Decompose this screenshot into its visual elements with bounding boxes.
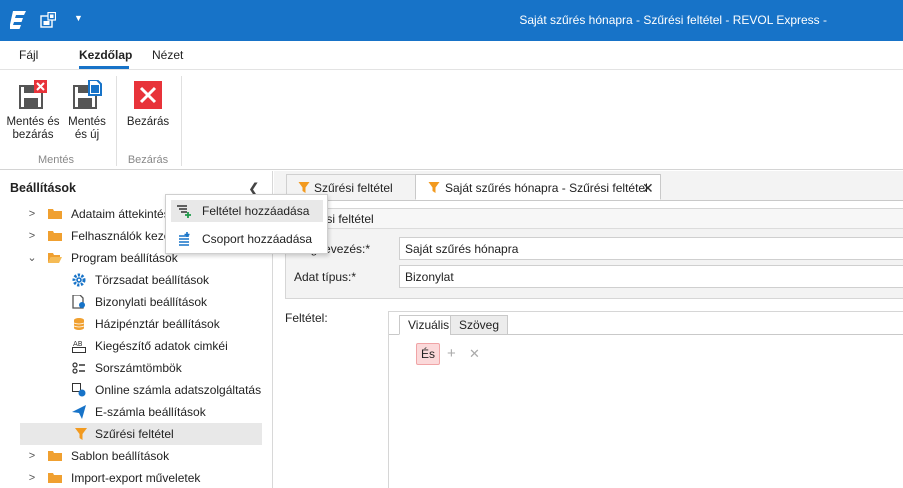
- save-close-icon: [19, 80, 47, 109]
- sidebar-item-templates[interactable]: > Sablon beállítások: [26, 445, 266, 467]
- save-new-label-1: Mentés: [68, 116, 106, 128]
- sidebar-item-filter-condition[interactable]: Szűrési feltétel: [20, 423, 262, 445]
- tab-label: Saját szűrés hónapra - Szűrési feltétel: [445, 181, 648, 195]
- svg-text:AB: AB: [73, 340, 83, 348]
- tab-content: Szűrési feltétel Megnevezés:* Adat típus…: [274, 200, 903, 488]
- sidebar-item-label: Import-export műveletek: [71, 471, 201, 485]
- name-input[interactable]: [399, 237, 903, 260]
- add-condition-item[interactable]: Feltétel hozzáadása: [171, 200, 323, 222]
- menu-item-label: Feltétel hozzáadása: [202, 204, 310, 218]
- close-icon: [134, 81, 162, 109]
- condition-label: Feltétel:: [285, 311, 328, 325]
- title-bar: ▼ Saját szűrés hónapra - Szűrési feltéte…: [0, 0, 903, 41]
- save-and-new-button[interactable]: Mentés és új: [64, 70, 110, 142]
- sidebar-item-document-settings[interactable]: Bizonylati beállítások: [72, 291, 262, 313]
- tab-view[interactable]: Nézet: [152, 48, 183, 62]
- chevron-right-icon[interactable]: >: [26, 225, 38, 247]
- sidebar-item-label: Program beállítások: [71, 251, 178, 265]
- sidebar-item-label: Sorszámtömbök: [95, 361, 182, 375]
- save-close-label-1: Mentés és: [6, 116, 60, 128]
- sidebar-item-label: Törzsadat beállítások: [95, 273, 210, 287]
- sidebar-item-label: Szűrési feltétel: [95, 427, 174, 441]
- number-series-icon: [72, 362, 85, 374]
- window-title: Saját szűrés hónapra - Szűrési feltétel …: [519, 13, 827, 27]
- add-icon[interactable]: +: [447, 345, 456, 362]
- menu-bar: Fájl Kezdőlap Nézet: [0, 41, 903, 70]
- sidebar-item-label: Kiegészítő adatok cimkéi: [95, 339, 228, 353]
- sidebar-item-number-series[interactable]: Sorszámtömbök: [72, 357, 262, 379]
- sidebar-item-import-export[interactable]: > Import-export műveletek: [26, 467, 266, 488]
- tab-home[interactable]: Kezdőlap: [79, 48, 132, 62]
- folder-open-icon: [48, 253, 62, 263]
- ribbon-separator: [181, 76, 182, 166]
- document-settings-icon: [72, 295, 85, 309]
- save-new-label-2: és új: [74, 129, 100, 141]
- sidebar-item-label: Adataim áttekintése: [71, 207, 177, 221]
- tab-text[interactable]: Szöveg: [450, 315, 509, 335]
- ribbon: Mentés és bezárás Mentés és új Bezárás M…: [0, 70, 903, 170]
- close-tab-icon[interactable]: ✕: [642, 175, 654, 201]
- ab-label-icon: AB: [72, 340, 86, 353]
- tab-file[interactable]: Fájl: [19, 48, 38, 62]
- filter-details-panel: Szűrési feltétel Megnevezés:* Adat típus…: [285, 208, 903, 299]
- filter-icon: [428, 182, 440, 193]
- folder-icon: [48, 231, 62, 241]
- filter-icon: [75, 428, 87, 440]
- add-condition-menu: Feltétel hozzáadása Csoport hozzáadása: [165, 194, 328, 254]
- sidebar-item-online-invoice[interactable]: Online számla adatszolgáltatás: [72, 379, 262, 401]
- send-icon: [72, 405, 86, 419]
- coins-icon: [73, 318, 85, 330]
- folder-icon: [48, 451, 62, 461]
- sidebar-title: Beállítások: [10, 181, 77, 195]
- tab-own-filter-month[interactable]: Saját szűrés hónapra - Szűrési feltétel …: [415, 174, 661, 200]
- save-and-close-button[interactable]: Mentés és bezárás: [4, 70, 62, 142]
- menu-item-label: Csoport hozzáadása: [202, 232, 313, 246]
- save-close-label-2: bezárás: [12, 129, 54, 141]
- group-label-close: Bezárás: [127, 154, 169, 166]
- group-label-save: Mentés: [37, 154, 75, 166]
- ribbon-separator: [116, 76, 117, 166]
- filter-icon: [298, 182, 310, 193]
- data-type-label: Adat típus:*: [294, 270, 357, 284]
- close-label: Bezárás: [126, 116, 170, 128]
- sidebar-item-extra-labels[interactable]: AB Kiegészítő adatok cimkéi: [72, 335, 262, 357]
- quick-access-icon[interactable]: [40, 12, 56, 28]
- sidebar-item-label: Bizonylati beállítások: [95, 295, 208, 309]
- folder-icon: [48, 209, 62, 219]
- save-new-icon: [73, 80, 102, 109]
- section-title: Szűrési feltétel: [286, 209, 903, 229]
- data-type-field[interactable]: [399, 265, 903, 288]
- condition-editor: Vizuális Szöveg És + ✕: [388, 311, 903, 488]
- add-condition-icon: [177, 205, 191, 218]
- active-tab-indicator: [79, 66, 129, 69]
- folder-icon: [48, 473, 62, 483]
- close-button[interactable]: Bezárás: [120, 70, 176, 129]
- sidebar-item-label: Online számla adatszolgáltatás: [95, 383, 262, 397]
- gear-icon: [72, 273, 86, 287]
- sidebar-item-master-data[interactable]: Törzsadat beállítások: [72, 269, 262, 291]
- online-service-icon: [72, 383, 86, 397]
- sidebar-item-e-invoice[interactable]: E-számla beállítások: [72, 401, 262, 423]
- app-logo: [10, 11, 26, 29]
- add-group-item[interactable]: Csoport hozzáadása: [171, 228, 323, 250]
- sidebar-item-label: Sablon beállítások: [71, 449, 170, 463]
- and-operator-button[interactable]: És: [416, 343, 440, 365]
- sidebar-item-label: E-számla beállítások: [95, 405, 206, 419]
- chevron-right-icon[interactable]: >: [26, 445, 38, 467]
- quick-access-dropdown-icon[interactable]: ▼: [74, 13, 83, 23]
- remove-icon[interactable]: ✕: [469, 346, 480, 362]
- chevron-down-icon[interactable]: ⌄: [26, 247, 38, 269]
- sidebar-item-cash-register[interactable]: Házipénztár beállítások: [72, 313, 262, 335]
- sidebar-item-label: Házipénztár beállítások: [95, 317, 220, 331]
- chevron-right-icon[interactable]: >: [26, 203, 38, 225]
- add-group-icon: [179, 232, 190, 246]
- main-area: Szűrési feltétel Saját szűrés hónapra - …: [274, 171, 903, 488]
- chevron-right-icon[interactable]: >: [26, 467, 38, 488]
